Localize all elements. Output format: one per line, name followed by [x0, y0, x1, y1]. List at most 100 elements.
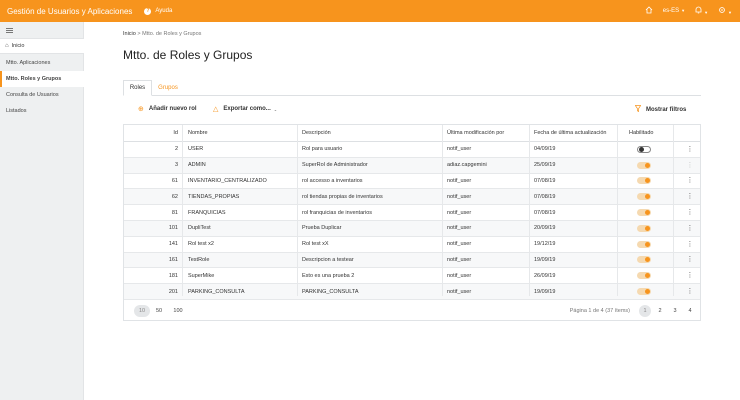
- cell-descripcion: Rol test xX: [302, 241, 329, 248]
- more-options-icon[interactable]: ⋮: [687, 177, 694, 184]
- cell-fecha: 07/08/19: [534, 209, 556, 216]
- table-row[interactable]: 2 USER Rol para usuario notif_user 04/09/19 ⋮: [124, 142, 700, 158]
- tab-roles[interactable]: Roles: [123, 80, 152, 96]
- notifications-menu[interactable]: ▼: [695, 6, 708, 16]
- enabled-toggle[interactable]: [637, 161, 651, 169]
- top-bar: Gestión de Usuarios y Aplicaciones ? Ayu…: [0, 0, 740, 22]
- cell-modificado: notif_user: [447, 209, 472, 216]
- more-options-icon[interactable]: ⋮: [687, 241, 694, 248]
- sidebar-item-label: Inicio: [11, 43, 25, 49]
- home-icon[interactable]: [645, 6, 653, 16]
- more-options-icon[interactable]: ⋮: [687, 288, 694, 295]
- bell-icon: [695, 6, 702, 14]
- sidebar-item-roles-grupos[interactable]: Mtto. Roles y Grupos: [0, 71, 84, 87]
- tab-grupos[interactable]: Grupos: [158, 80, 178, 96]
- enabled-toggle[interactable]: [637, 256, 651, 264]
- filter-icon: [634, 105, 642, 114]
- chevron-down-icon: ▼: [681, 8, 686, 13]
- page-size-100[interactable]: 100: [170, 305, 186, 317]
- column-header-descripcion[interactable]: Descripción: [302, 125, 442, 141]
- sidebar-item-label: Mtto. Roles y Grupos: [6, 76, 62, 82]
- more-options-icon[interactable]: ⋮: [687, 225, 694, 232]
- app-title[interactable]: Gestión de Usuarios y Aplicaciones: [7, 7, 132, 16]
- gear-icon: [719, 7, 725, 13]
- cell-modificado: notif_user: [447, 146, 472, 153]
- page-button-2[interactable]: 2: [654, 305, 666, 317]
- more-options-icon[interactable]: ⋮: [687, 209, 694, 216]
- cell-descripcion: Prueba Duplicar: [302, 225, 342, 232]
- sidebar-item-label: Listados: [6, 108, 27, 114]
- add-role-button[interactable]: ⊕ Añadir nuevo rol: [138, 105, 197, 113]
- cell-actions: ⋮: [673, 253, 707, 268]
- cell-fecha: 25/09/19: [534, 162, 556, 169]
- toggle-knob: [645, 289, 650, 295]
- sidebar-item-consulta-usuarios[interactable]: Consulta de Usuarios: [0, 87, 84, 103]
- add-role-label: Añadir nuevo rol: [148, 106, 197, 112]
- page-size-50[interactable]: 50: [152, 305, 166, 317]
- help-link[interactable]: ? Ayuda: [144, 7, 173, 15]
- table-row[interactable]: 141 Rol test x2 Rol test xX notif_user 19/12…: [124, 237, 700, 253]
- breadcrumb-separator: >: [137, 31, 141, 37]
- page-size-10[interactable]: 10: [134, 305, 150, 317]
- chevron-down-icon: ▼: [704, 10, 709, 15]
- table-row[interactable]: 181 SuperMike Esto es una prueba 2 notif_us…: [124, 268, 700, 285]
- page-info: Página 1 de 4 (37 ítems): [569, 308, 630, 314]
- table-row[interactable]: 61 INVENTARIO_CENTRALIZADO rol accesso a i…: [124, 174, 700, 190]
- enabled-toggle[interactable]: [637, 145, 651, 153]
- table-row[interactable]: 101 DupliTest Prueba Duplicar notif_user 20/…: [124, 221, 700, 237]
- cell-fecha: 19/12/19: [534, 241, 556, 248]
- column-header-modificado[interactable]: Última modificación por: [447, 125, 529, 141]
- cell-fecha: 20/09/19: [534, 225, 556, 232]
- cell-nombre: TestRole: [188, 256, 210, 263]
- enabled-toggle[interactable]: [637, 240, 651, 248]
- sidebar-item-aplicaciones[interactable]: Mtto. Aplicaciones: [0, 55, 84, 71]
- column-header-nombre[interactable]: Nombre: [188, 125, 298, 141]
- column-header-id[interactable]: Id: [124, 125, 178, 141]
- table-row[interactable]: 201 PARKING_CONSULTA PARKING_CONSULTA notif…: [124, 284, 700, 300]
- table-row[interactable]: 62 TIENDAS_PROPIAS rol tiendas propias de …: [124, 189, 700, 206]
- column-header-fecha[interactable]: Fecha de última actualización: [534, 125, 616, 141]
- more-options-icon[interactable]: ⋮: [687, 272, 694, 279]
- cell-actions: ⋮: [673, 284, 707, 299]
- menu-toggle-icon[interactable]: [6, 28, 13, 33]
- show-filters-button[interactable]: Mostrar filtros: [634, 105, 686, 114]
- breadcrumb: Inicio > Mtto. de Roles y Grupos: [123, 31, 201, 37]
- table-row[interactable]: 3 ADMIN SuperRol de Administrador adiaz.cap…: [124, 157, 700, 174]
- column-divider: [442, 125, 443, 296]
- enabled-toggle[interactable]: [637, 288, 651, 296]
- page-button-3[interactable]: 3: [669, 305, 681, 317]
- enabled-toggle[interactable]: [637, 224, 651, 232]
- toggle-knob: [645, 210, 650, 216]
- breadcrumb-home[interactable]: Inicio: [123, 31, 136, 37]
- table-row[interactable]: 161 TestRole Descripcion a testear notif_us…: [124, 252, 700, 269]
- column-divider: [182, 125, 183, 296]
- column-divider: [617, 125, 618, 296]
- enabled-toggle[interactable]: [637, 272, 651, 280]
- help-label: Ayuda: [155, 8, 173, 14]
- cell-id: 61: [171, 177, 178, 184]
- cell-modificado: notif_user: [447, 256, 472, 263]
- page-button-1[interactable]: 1: [639, 305, 651, 317]
- enabled-toggle[interactable]: [637, 193, 651, 201]
- cell-id: 161: [168, 256, 178, 263]
- cell-modificado: adiaz.capgemini: [447, 162, 487, 169]
- more-options-icon[interactable]: ⋮: [687, 256, 694, 263]
- enabled-toggle[interactable]: [637, 177, 651, 185]
- enabled-toggle[interactable]: [637, 209, 651, 217]
- cell-id: 3: [174, 162, 178, 169]
- language-selector[interactable]: es-ES ▼: [663, 8, 685, 14]
- table-row[interactable]: 81 FRANQUICIAS rol franquicias de inventar…: [124, 205, 700, 221]
- more-options-icon[interactable]: ⋮: [687, 146, 694, 153]
- column-header-habilitado[interactable]: Habilitado: [629, 125, 669, 141]
- more-options-icon[interactable]: ⋮: [687, 193, 694, 200]
- chevron-down-icon: ⌄: [273, 106, 278, 112]
- export-button[interactable]: △ Exportar como... ⌄: [213, 105, 277, 113]
- settings-menu[interactable]: ▼: [718, 6, 732, 16]
- cell-actions: ⋮: [673, 189, 707, 204]
- cell-id: 181: [168, 272, 178, 279]
- cell-habilitado: [628, 174, 660, 189]
- page-button-4[interactable]: 4: [684, 305, 696, 317]
- more-options-icon[interactable]: ⋮: [687, 162, 694, 169]
- sidebar-item-home[interactable]: ⌂ Inicio: [0, 38, 84, 54]
- sidebar-item-listados[interactable]: Listados: [0, 103, 84, 119]
